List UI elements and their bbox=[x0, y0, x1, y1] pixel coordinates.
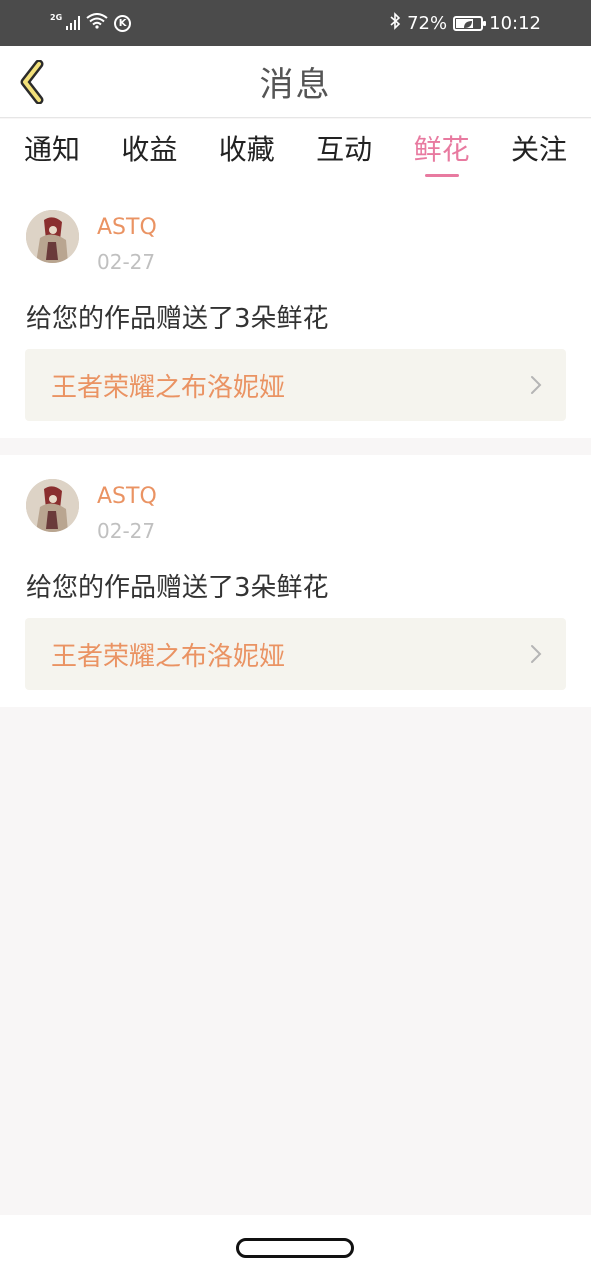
tab-flowers[interactable]: 鲜花 bbox=[414, 119, 470, 181]
active-tab-indicator bbox=[424, 174, 459, 177]
battery-icon bbox=[453, 13, 487, 34]
tab-interactions[interactable]: 互动 bbox=[316, 119, 372, 181]
home-indicator[interactable] bbox=[236, 1238, 354, 1258]
wifi-icon bbox=[86, 13, 108, 33]
chevron-right-icon bbox=[531, 376, 542, 394]
status-left: 2G K bbox=[50, 12, 132, 33]
leaf-icon bbox=[463, 13, 473, 34]
message-text: 给您的作品赠送了3朵鲜花 bbox=[26, 304, 329, 334]
message-card: ASTQ 02-27 给您的作品赠送了3朵鲜花 王者荣耀之布洛妮娅 bbox=[0, 181, 591, 438]
chevron-right-icon bbox=[531, 645, 542, 663]
chevron-left-icon bbox=[20, 60, 44, 104]
clock: 10:12 bbox=[489, 12, 541, 34]
tab-notifications[interactable]: 通知 bbox=[24, 119, 80, 181]
avatar[interactable] bbox=[26, 210, 79, 263]
k-app-icon: K bbox=[114, 14, 132, 32]
avatar[interactable] bbox=[26, 479, 79, 532]
system-nav-bar bbox=[0, 1215, 591, 1280]
username[interactable]: ASTQ bbox=[97, 484, 157, 509]
work-link[interactable]: 王者荣耀之布洛妮娅 bbox=[25, 618, 566, 690]
screen: 2G K 72% 10:12 消息 通知 收益 收藏 互动 鲜花 关注 ASTQ… bbox=[0, 0, 591, 1280]
back-button[interactable] bbox=[12, 60, 52, 104]
tab-bar: 通知 收益 收藏 互动 鲜花 关注 bbox=[0, 119, 591, 181]
work-title: 王者荣耀之布洛妮娅 bbox=[51, 372, 286, 403]
tab-label: 收益 bbox=[121, 133, 178, 166]
battery-percent: 72% bbox=[407, 12, 448, 34]
bluetooth-icon bbox=[389, 11, 401, 35]
username[interactable]: ASTQ bbox=[97, 215, 157, 240]
tab-label: 关注 bbox=[510, 133, 567, 166]
work-link[interactable]: 王者荣耀之布洛妮娅 bbox=[25, 349, 566, 421]
message-date: 02-27 bbox=[97, 519, 156, 543]
page-title: 消息 bbox=[259, 65, 332, 105]
tab-label: 收藏 bbox=[218, 133, 275, 166]
tab-earnings[interactable]: 收益 bbox=[121, 119, 177, 181]
tab-label: 互动 bbox=[316, 133, 373, 166]
signal-icon bbox=[66, 16, 81, 30]
work-title: 王者荣耀之布洛妮娅 bbox=[51, 641, 286, 672]
tab-label: 通知 bbox=[24, 133, 81, 166]
message-date: 02-27 bbox=[97, 250, 156, 274]
status-bar: 2G K 72% 10:12 bbox=[0, 0, 591, 46]
tab-label: 鲜花 bbox=[413, 133, 470, 166]
tab-following[interactable]: 关注 bbox=[511, 119, 567, 181]
network-type-label: 2G bbox=[50, 12, 63, 22]
tab-favorites[interactable]: 收藏 bbox=[219, 119, 275, 181]
message-text: 给您的作品赠送了3朵鲜花 bbox=[26, 573, 329, 603]
message-card: ASTQ 02-27 给您的作品赠送了3朵鲜花 王者荣耀之布洛妮娅 bbox=[0, 455, 591, 707]
nav-header: 消息 bbox=[0, 46, 591, 118]
status-right: 72% 10:12 bbox=[389, 11, 541, 35]
